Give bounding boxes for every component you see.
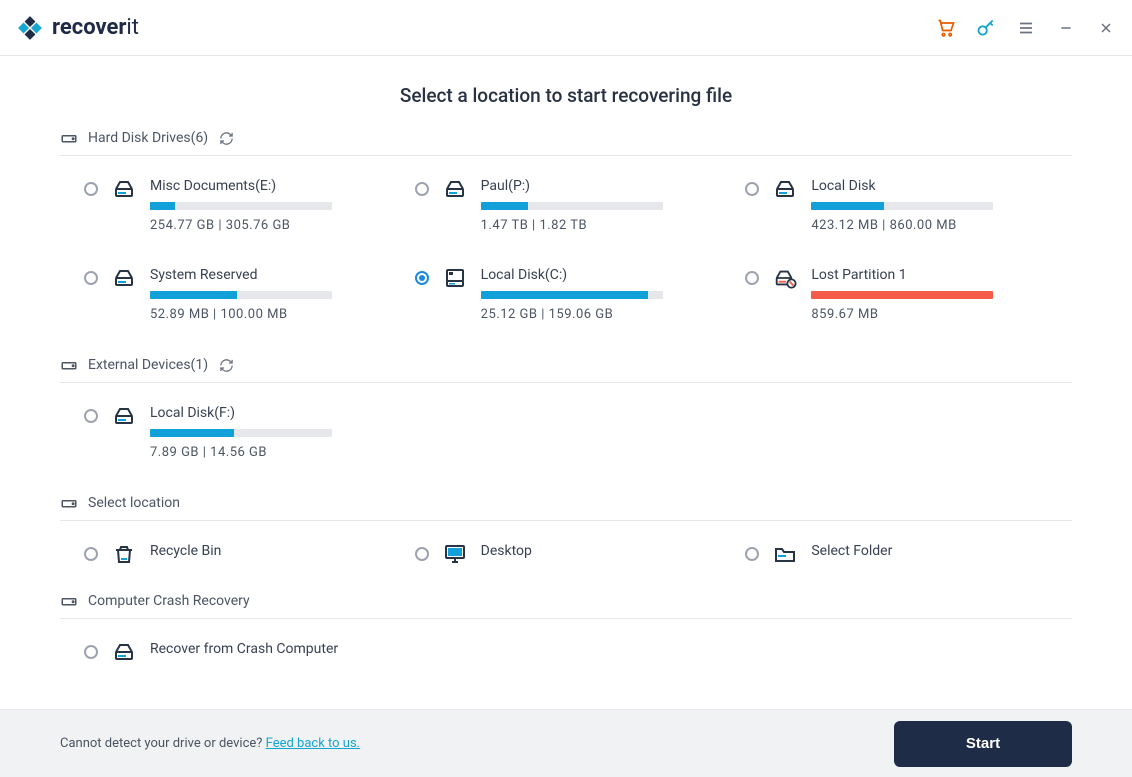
title-actions: [936, 18, 1116, 38]
drive-name: Paul(P:): [481, 178, 718, 194]
section-crash-label: Computer Crash Recovery: [88, 593, 250, 609]
logo-icon: [16, 14, 44, 42]
usage-bar: [481, 291, 663, 299]
section-header-crash: Computer Crash Recovery: [60, 592, 1072, 619]
drive-meta: 859.67 MB: [811, 307, 1048, 322]
drive-icon: [112, 177, 136, 201]
drive-icon: [773, 177, 797, 201]
drive-icon: [112, 640, 136, 664]
location-desktop[interactable]: Desktop: [415, 543, 718, 566]
drive-name: System Reserved: [150, 267, 387, 283]
drive-icon: [112, 266, 136, 290]
radio-lost-partition[interactable]: [745, 271, 759, 285]
drive-name: Local Disk: [811, 178, 1048, 194]
radio-crash-recovery[interactable]: [84, 645, 98, 659]
titlebar: recoverit: [0, 0, 1132, 56]
feedback-link[interactable]: Feed back to us.: [266, 736, 360, 751]
crash-grid: Recover from Crash Computer: [60, 619, 1072, 694]
footer-text: Cannot detect your drive or device? Feed…: [60, 736, 360, 751]
location-label: Recycle Bin: [150, 543, 221, 559]
ext-grid: Local Disk(F:) 7.89 GB | 14.56 GB: [60, 383, 1072, 494]
brand-logo: recoverit: [16, 14, 139, 42]
usage-bar: [150, 291, 332, 299]
section-ext-label: External Devices(1): [88, 357, 208, 373]
drive-misc-documents[interactable]: Misc Documents(E:) 254.77 GB | 305.76 GB: [84, 178, 387, 233]
radio-system-reserved[interactable]: [84, 271, 98, 285]
radio-local-c[interactable]: [415, 271, 429, 285]
drive-icon: [443, 177, 467, 201]
minimize-icon[interactable]: [1056, 18, 1076, 38]
drive-meta: 52.89 MB | 100.00 MB: [150, 307, 387, 322]
drive-name: Local Disk(F:): [150, 405, 387, 421]
refresh-icon[interactable]: [218, 357, 234, 373]
drive-icon: [112, 404, 136, 428]
drive-meta: 254.77 GB | 305.76 GB: [150, 218, 387, 233]
section-loc-label: Select location: [88, 495, 180, 511]
radio-desktop[interactable]: [415, 547, 429, 561]
radio-misc-documents[interactable]: [84, 182, 98, 196]
radio-select-folder[interactable]: [745, 547, 759, 561]
folder-icon: [773, 542, 797, 566]
hdd-icon: [60, 356, 78, 374]
section-header-loc: Select location: [60, 494, 1072, 521]
hdd-grid: Misc Documents(E:) 254.77 GB | 305.76 GB…: [60, 156, 1072, 356]
usage-bar: [150, 202, 332, 210]
drive-name: Local Disk(C:): [481, 267, 718, 283]
radio-local[interactable]: [745, 182, 759, 196]
recycle-bin-icon: [112, 542, 136, 566]
cart-icon[interactable]: [936, 18, 956, 38]
drive-meta: 25.12 GB | 159.06 GB: [481, 307, 718, 322]
system-drive-icon: [443, 266, 467, 290]
location-label: Desktop: [481, 543, 532, 559]
drive-lost-partition[interactable]: Lost Partition 1 859.67 MB: [745, 267, 1048, 322]
radio-local-f[interactable]: [84, 409, 98, 423]
crash-recovery[interactable]: Recover from Crash Computer: [84, 641, 387, 664]
section-header-hdd: Hard Disk Drives(6): [60, 129, 1072, 156]
location-label: Select Folder: [811, 543, 892, 559]
usage-bar: [150, 429, 332, 437]
usage-bar: [481, 202, 663, 210]
lost-drive-icon: [773, 266, 797, 290]
drive-local[interactable]: Local Disk 423.12 MB | 860.00 MB: [745, 178, 1048, 233]
drive-meta: 1.47 TB | 1.82 TB: [481, 218, 718, 233]
location-select-folder[interactable]: Select Folder: [745, 543, 1048, 566]
usage-bar: [811, 202, 993, 210]
drive-paul[interactable]: Paul(P:) 1.47 TB | 1.82 TB: [415, 178, 718, 233]
hdd-icon: [60, 129, 78, 147]
footer: Cannot detect your drive or device? Feed…: [0, 709, 1132, 777]
hdd-icon: [60, 494, 78, 512]
page-title: Select a location to start recovering fi…: [60, 84, 1072, 107]
drive-meta: 423.12 MB | 860.00 MB: [811, 218, 1048, 233]
usage-bar: [811, 291, 993, 299]
loc-grid: Recycle Bin Desktop Select Folder: [60, 521, 1072, 592]
brand-name-b: it: [126, 15, 139, 40]
main-content: Select a location to start recovering fi…: [0, 56, 1132, 709]
menu-icon[interactable]: [1016, 18, 1036, 38]
brand-name-a: recover: [52, 15, 126, 40]
location-recycle-bin[interactable]: Recycle Bin: [84, 543, 387, 566]
crash-label: Recover from Crash Computer: [150, 641, 338, 657]
hdd-icon: [60, 592, 78, 610]
drive-meta: 7.89 GB | 14.56 GB: [150, 445, 387, 460]
drive-local-c[interactable]: Local Disk(C:) 25.12 GB | 159.06 GB: [415, 267, 718, 322]
drive-name: Lost Partition 1: [811, 267, 1048, 283]
close-icon[interactable]: [1096, 18, 1116, 38]
drive-system-reserved[interactable]: System Reserved 52.89 MB | 100.00 MB: [84, 267, 387, 322]
footer-msg: Cannot detect your drive or device?: [60, 736, 266, 751]
start-button[interactable]: Start: [894, 721, 1072, 767]
drive-local-f[interactable]: Local Disk(F:) 7.89 GB | 14.56 GB: [84, 405, 387, 460]
radio-recycle-bin[interactable]: [84, 547, 98, 561]
desktop-icon: [443, 542, 467, 566]
drive-name: Misc Documents(E:): [150, 178, 387, 194]
section-header-ext: External Devices(1): [60, 356, 1072, 383]
radio-paul[interactable]: [415, 182, 429, 196]
key-icon[interactable]: [976, 18, 996, 38]
refresh-icon[interactable]: [218, 130, 234, 146]
section-hdd-label: Hard Disk Drives(6): [88, 130, 208, 146]
